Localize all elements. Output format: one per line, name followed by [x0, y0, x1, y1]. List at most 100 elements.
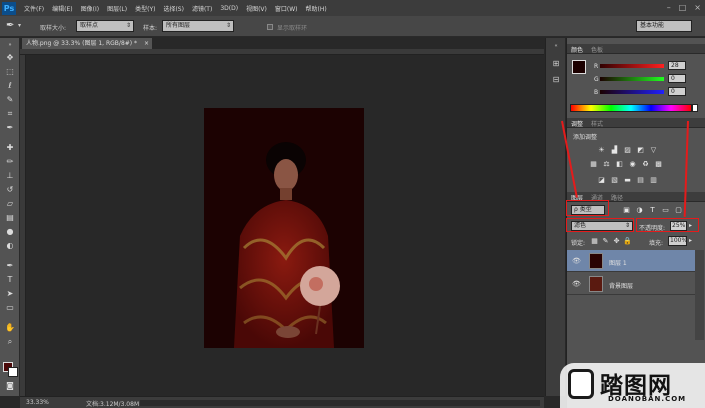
menu-help[interactable]: 帮助(H)	[306, 4, 327, 13]
lock-transparent-icon[interactable]: ▦	[590, 237, 599, 245]
menu-file[interactable]: 文件(F)	[24, 4, 44, 13]
eyedropper-tool-icon[interactable]: ✒	[3, 122, 17, 133]
menu-3d[interactable]: 3D(D)	[220, 5, 238, 12]
tab-styles[interactable]: 样式	[591, 119, 603, 128]
filter-smart-object-icon[interactable]: ▢	[674, 206, 683, 214]
gradient-map-adjust-icon[interactable]: ▤	[636, 176, 645, 184]
channel-b-input[interactable]: 0	[668, 87, 686, 96]
channel-r-input[interactable]: 28	[668, 61, 686, 70]
clone-stamp-tool-icon[interactable]: ⊥	[3, 170, 17, 181]
filter-pixel-icon[interactable]: ▣	[622, 206, 631, 214]
background-color-swatch[interactable]	[8, 367, 18, 377]
zoom-tool-icon[interactable]: ⌕	[3, 336, 17, 347]
layer-name[interactable]: 背景图层	[609, 281, 633, 290]
menu-window[interactable]: 窗口(W)	[275, 4, 298, 13]
layers-scrollbar[interactable]	[695, 250, 704, 340]
black-white-adjust-icon[interactable]: ◧	[615, 160, 624, 168]
minimize-button[interactable]: –	[667, 3, 671, 12]
posterize-adjust-icon[interactable]: ▧	[610, 176, 619, 184]
channel-g-input[interactable]: 0	[668, 74, 686, 83]
channel-g-slider[interactable]	[600, 77, 664, 81]
document-tab[interactable]: 人物.png @ 33.3% (图层 1, RGB/8#) * ×	[22, 38, 152, 49]
brightness-adjust-icon[interactable]: ☀	[597, 146, 606, 154]
color-spectrum-white[interactable]	[692, 104, 698, 112]
lock-all-icon[interactable]: 🔒	[623, 237, 632, 245]
collapse-dock-icon[interactable]: «	[550, 40, 562, 52]
pen-tool-icon[interactable]: ✒	[3, 260, 17, 271]
foreground-color-box[interactable]	[572, 60, 586, 74]
maximize-button[interactable]: □	[679, 3, 687, 12]
tab-swatches[interactable]: 色板	[591, 45, 603, 54]
filter-type-icon[interactable]: T	[648, 206, 657, 214]
dodge-tool-icon[interactable]: ◐	[3, 240, 17, 251]
gradient-tool-icon[interactable]: ▤	[3, 212, 17, 223]
layer-row-layer1[interactable]: 👁 图层 1	[567, 250, 695, 272]
eyedropper-icon[interactable]: ✒	[6, 20, 14, 31]
tab-paths[interactable]: 路径	[611, 193, 623, 202]
curves-adjust-icon[interactable]: ▨	[623, 146, 632, 154]
close-icon[interactable]: ×	[144, 38, 149, 49]
close-button[interactable]: ×	[694, 3, 701, 12]
sample-size-select[interactable]: 取样点 ⇕	[76, 20, 134, 32]
layer-name[interactable]: 图层 1	[609, 258, 627, 267]
fill-input[interactable]: 100%	[668, 236, 687, 246]
filter-shape-icon[interactable]: ▭	[661, 206, 670, 214]
path-select-tool-icon[interactable]: ➤	[3, 288, 17, 299]
threshold-adjust-icon[interactable]: ▬	[623, 176, 632, 184]
levels-adjust-icon[interactable]: ▟	[610, 146, 619, 154]
lock-position-icon[interactable]: ✥	[612, 237, 621, 245]
selective-color-adjust-icon[interactable]: ▥	[649, 176, 658, 184]
collapse-toolbar-icon[interactable]: »	[3, 40, 17, 51]
horizontal-scrollbar[interactable]	[140, 400, 540, 406]
color-spectrum[interactable]	[570, 104, 692, 112]
blur-tool-icon[interactable]: ●	[3, 226, 17, 237]
menu-filter[interactable]: 滤镜(T)	[192, 4, 212, 13]
show-ring-checkbox[interactable]	[267, 24, 273, 30]
fill-chevron-icon[interactable]: ▸	[689, 237, 692, 244]
lock-image-icon[interactable]: ✎	[601, 237, 610, 245]
brush-tool-icon[interactable]: ✏	[3, 156, 17, 167]
document-image[interactable]	[204, 108, 364, 348]
zoom-level[interactable]: 33.33%	[26, 399, 49, 406]
marquee-tool-icon[interactable]: ⬚	[3, 66, 17, 77]
sample-select[interactable]: 所有图层 ⇕	[162, 20, 234, 32]
history-brush-tool-icon[interactable]: ↺	[3, 184, 17, 195]
eye-icon[interactable]: 👁	[572, 280, 581, 288]
healing-brush-tool-icon[interactable]: ✚	[3, 142, 17, 153]
type-tool-icon[interactable]: T	[3, 274, 17, 285]
layer-row-background[interactable]: 👁 背景图层	[567, 273, 695, 295]
hue-saturation-adjust-icon[interactable]: ▦	[589, 160, 598, 168]
quick-select-tool-icon[interactable]: ✎	[3, 94, 17, 105]
menu-image[interactable]: 图像(I)	[81, 4, 99, 13]
menu-view[interactable]: 视图(V)	[246, 4, 267, 13]
properties-panel-icon[interactable]: ⊟	[550, 74, 562, 86]
eye-icon[interactable]: 👁	[572, 257, 581, 265]
workspace-select[interactable]: 基本功能	[636, 20, 692, 32]
eraser-tool-icon[interactable]: ▱	[3, 198, 17, 209]
tab-adjustments[interactable]: 调整	[571, 119, 583, 128]
hand-tool-icon[interactable]: ✋	[3, 322, 17, 333]
menu-select[interactable]: 选择(S)	[163, 4, 184, 13]
channel-mixer-adjust-icon[interactable]: ♻	[641, 160, 650, 168]
channel-r-slider[interactable]	[600, 64, 664, 68]
lasso-tool-icon[interactable]: ℓ	[3, 80, 17, 91]
menu-layer[interactable]: 图层(L)	[107, 4, 127, 13]
color-lookup-adjust-icon[interactable]: ▩	[654, 160, 663, 168]
chevron-down-icon: ⇕	[125, 22, 131, 29]
quick-mask-icon[interactable]: ◙	[3, 380, 17, 391]
exposure-adjust-icon[interactable]: ◩	[636, 146, 645, 154]
invert-adjust-icon[interactable]: ◪	[597, 176, 606, 184]
filter-adjustment-icon[interactable]: ◑	[635, 206, 644, 214]
photo-filter-adjust-icon[interactable]: ◉	[628, 160, 637, 168]
tool-preset-chevron-icon[interactable]: ▾	[18, 22, 21, 29]
shape-tool-icon[interactable]: ▭	[3, 302, 17, 313]
color-balance-adjust-icon[interactable]: ⚖	[602, 160, 611, 168]
tab-color[interactable]: 颜色	[571, 45, 583, 54]
menu-edit[interactable]: 编辑(E)	[52, 4, 72, 13]
channel-b-slider[interactable]	[600, 90, 664, 94]
move-tool-icon[interactable]: ✥	[3, 52, 17, 63]
vibrance-adjust-icon[interactable]: ▽	[649, 146, 658, 154]
history-panel-icon[interactable]: ⊞	[550, 58, 562, 70]
menu-type[interactable]: 类型(Y)	[135, 4, 155, 13]
crop-tool-icon[interactable]: ⌗	[3, 108, 17, 119]
